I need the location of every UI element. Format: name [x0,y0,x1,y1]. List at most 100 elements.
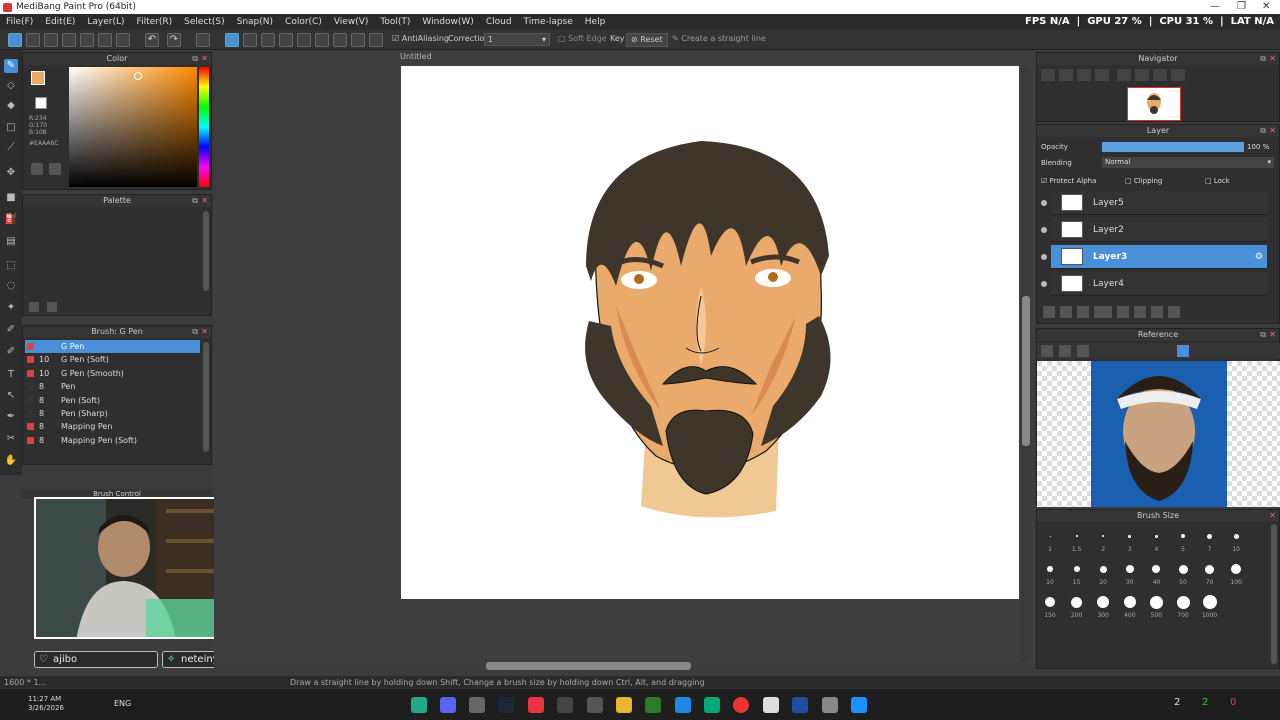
layer-row[interactable]: Layer3 ⚙ [1041,245,1267,269]
visibility-eye-icon[interactable] [1041,227,1047,233]
taskbar-app-icon-11[interactable] [704,697,720,713]
snap-parallel-icon[interactable] [243,33,257,47]
steam-icon[interactable] [498,697,514,713]
brush-item[interactable]: 10 G Pen (Smooth) [25,367,200,380]
cloud-icon[interactable] [44,33,58,47]
visibility-eye-icon[interactable] [1041,254,1047,260]
magic-wand-icon[interactable]: ✦ [4,301,18,315]
navigator-thumbnail[interactable] [1127,87,1181,121]
snap-settings-icon[interactable] [369,33,383,47]
eyedropper-icon[interactable] [49,163,61,175]
hand-icon[interactable] [1177,345,1189,357]
visibility-eye-icon[interactable] [1041,281,1047,287]
snap-curve-icon[interactable] [333,33,347,47]
opacity-slider[interactable] [1102,142,1244,152]
menu-file[interactable]: File(F) [0,14,39,30]
snap-vanish-icon[interactable] [279,33,293,47]
add-palette-icon[interactable] [29,302,39,312]
brush-size-dot[interactable] [1045,597,1055,607]
brush-size-dot[interactable] [1233,533,1239,539]
add-menu-icon[interactable] [1094,306,1112,318]
close-icon[interactable]: ✕ [201,195,208,207]
zoom-out-icon[interactable] [1059,69,1073,81]
brush-size-dot[interactable] [1149,595,1163,609]
layer-row[interactable]: Layer2 [1041,218,1267,242]
clipping-checkbox[interactable]: □ Clipping [1125,177,1162,185]
bucket-tool-icon[interactable]: ⛽ [4,213,18,227]
brush-size-dot[interactable] [1202,595,1217,609]
select-pen-icon[interactable]: ✐ [4,323,18,337]
hand-tool-icon[interactable]: ✋ [4,454,18,468]
taskbar-app-icon-16[interactable] [851,697,867,713]
menu-color[interactable]: Color(C) [279,14,328,30]
brush-tool-icon[interactable]: ✎ [4,59,18,73]
new-halftone-layer-icon[interactable] [1060,306,1072,318]
vertical-scroll-thumb[interactable] [1022,296,1030,446]
lasso-tool-icon[interactable]: ◌ [4,279,18,293]
taskbar-app-icon-6[interactable] [557,697,573,713]
taskbar-app-icon-7[interactable] [587,697,603,713]
text-tool-icon[interactable]: T [4,368,18,382]
layer-row[interactable]: Layer5 [1041,191,1267,215]
rotate-left-icon[interactable] [1117,69,1131,81]
brush-size-dot[interactable] [1207,533,1213,539]
brush-item[interactable]: G Pen [25,340,200,353]
brush-item[interactable]: 10 G Pen (Soft) [25,353,200,366]
view-icon[interactable] [62,33,76,47]
expand-icon[interactable]: ⧉ [192,53,198,65]
expand-icon[interactable]: ⧉ [1260,125,1266,137]
select-eraser-icon[interactable]: ✐ [4,345,18,359]
undo-icon[interactable]: ↶ [145,33,159,47]
brush-scrollbar[interactable] [203,342,209,452]
snap-radial-icon[interactable] [297,33,311,47]
brush-size-dot[interactable] [1049,535,1051,537]
fill-rect-icon[interactable]: ■ [4,191,18,205]
snap-off-icon[interactable] [225,33,239,47]
merge-layer-icon[interactable] [1134,306,1146,318]
menu-timelapse[interactable]: Time-lapse [518,14,579,30]
palette-icon[interactable] [31,163,43,175]
hue-slider[interactable] [199,67,209,187]
print-icon[interactable] [80,33,94,47]
correction-select[interactable]: 1 ▾ [484,33,550,46]
brush-size-dot[interactable] [1128,534,1132,538]
blending-select[interactable]: Normal ▾ [1102,157,1274,168]
taskbar-app-icon-14[interactable] [792,697,808,713]
add-reference-icon[interactable] [1041,345,1053,357]
brush-size-dot[interactable] [1099,565,1107,573]
duplicate-layer-icon[interactable] [1077,306,1089,318]
grid-icon[interactable] [116,33,130,47]
select-icon[interactable] [196,33,210,47]
brush-size-dot[interactable] [1178,564,1188,574]
brush-size-dot[interactable] [1125,565,1134,573]
operation-tool-icon[interactable]: ↖ [4,389,18,403]
brush-size-dot[interactable] [1205,564,1215,574]
brush-size-dot[interactable] [1231,564,1242,574]
select-tool-icon[interactable]: ⬚ [4,259,18,273]
brush-item[interactable]: 8 Pen (Sharp) [25,407,200,420]
snap-3d-icon[interactable] [351,33,365,47]
secondary-color-swatch[interactable] [35,97,47,109]
menu-filter[interactable]: Filter(R) [131,14,179,30]
brush-size-dot[interactable] [1102,535,1105,537]
folder-icon[interactable] [616,697,632,713]
tray-badge-2[interactable]: 2 [1202,697,1208,708]
expand-icon[interactable]: ⧉ [192,326,198,338]
fit-icon[interactable] [1077,69,1091,81]
gradient-tool-icon[interactable]: ▤ [4,235,18,249]
taskbar-app-icon-10[interactable] [675,697,691,713]
brush-size-dot[interactable] [1123,596,1136,608]
brush-size-dot[interactable] [1071,596,1083,608]
rotate-reset-icon[interactable] [1135,69,1149,81]
brush-size-dot[interactable] [1154,534,1158,538]
open-folder-icon[interactable] [1059,345,1071,357]
new-icon[interactable] [8,33,22,47]
discord-icon[interactable] [440,697,456,713]
color-gradient-picker[interactable] [69,67,197,187]
language-indicator[interactable]: ENG [114,699,131,708]
snap-cross-icon[interactable] [261,33,275,47]
maximize-button[interactable]: ❐ [1237,0,1246,14]
taskbar-app-icon-1[interactable] [411,697,427,713]
zoom-in-icon[interactable] [1041,69,1055,81]
brush-size-dot[interactable] [1047,566,1053,572]
